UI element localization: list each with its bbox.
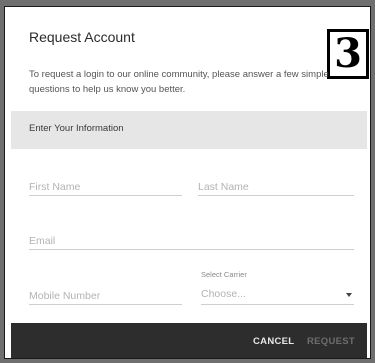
carrier-select-label: Select Carrier [201, 270, 247, 279]
section-label: Enter Your Information [29, 123, 124, 134]
section-header: Enter Your Information [11, 111, 367, 149]
mobile-number-input[interactable] [29, 290, 182, 302]
dialog-title: Request Account [29, 29, 135, 45]
request-account-dialog: Request Account 3 To request a login to … [4, 6, 371, 359]
cancel-button[interactable]: CANCEL [253, 336, 294, 347]
email-input[interactable] [29, 235, 354, 247]
last-name-input[interactable] [198, 181, 354, 193]
chevron-down-icon [346, 293, 352, 297]
carrier-select[interactable]: Choose... [201, 282, 354, 305]
carrier-select-value: Choose... [201, 288, 246, 300]
mobile-number-field [29, 282, 182, 305]
request-button[interactable]: REQUEST [307, 336, 355, 347]
first-name-input[interactable] [29, 181, 182, 193]
first-name-field [29, 173, 182, 196]
intro-text: To request a login to our online communi… [29, 69, 329, 95]
last-name-field [198, 173, 354, 196]
email-field [29, 227, 354, 250]
step-number-badge: 3 [327, 29, 369, 79]
dialog-footer: CANCEL REQUEST [11, 323, 367, 358]
